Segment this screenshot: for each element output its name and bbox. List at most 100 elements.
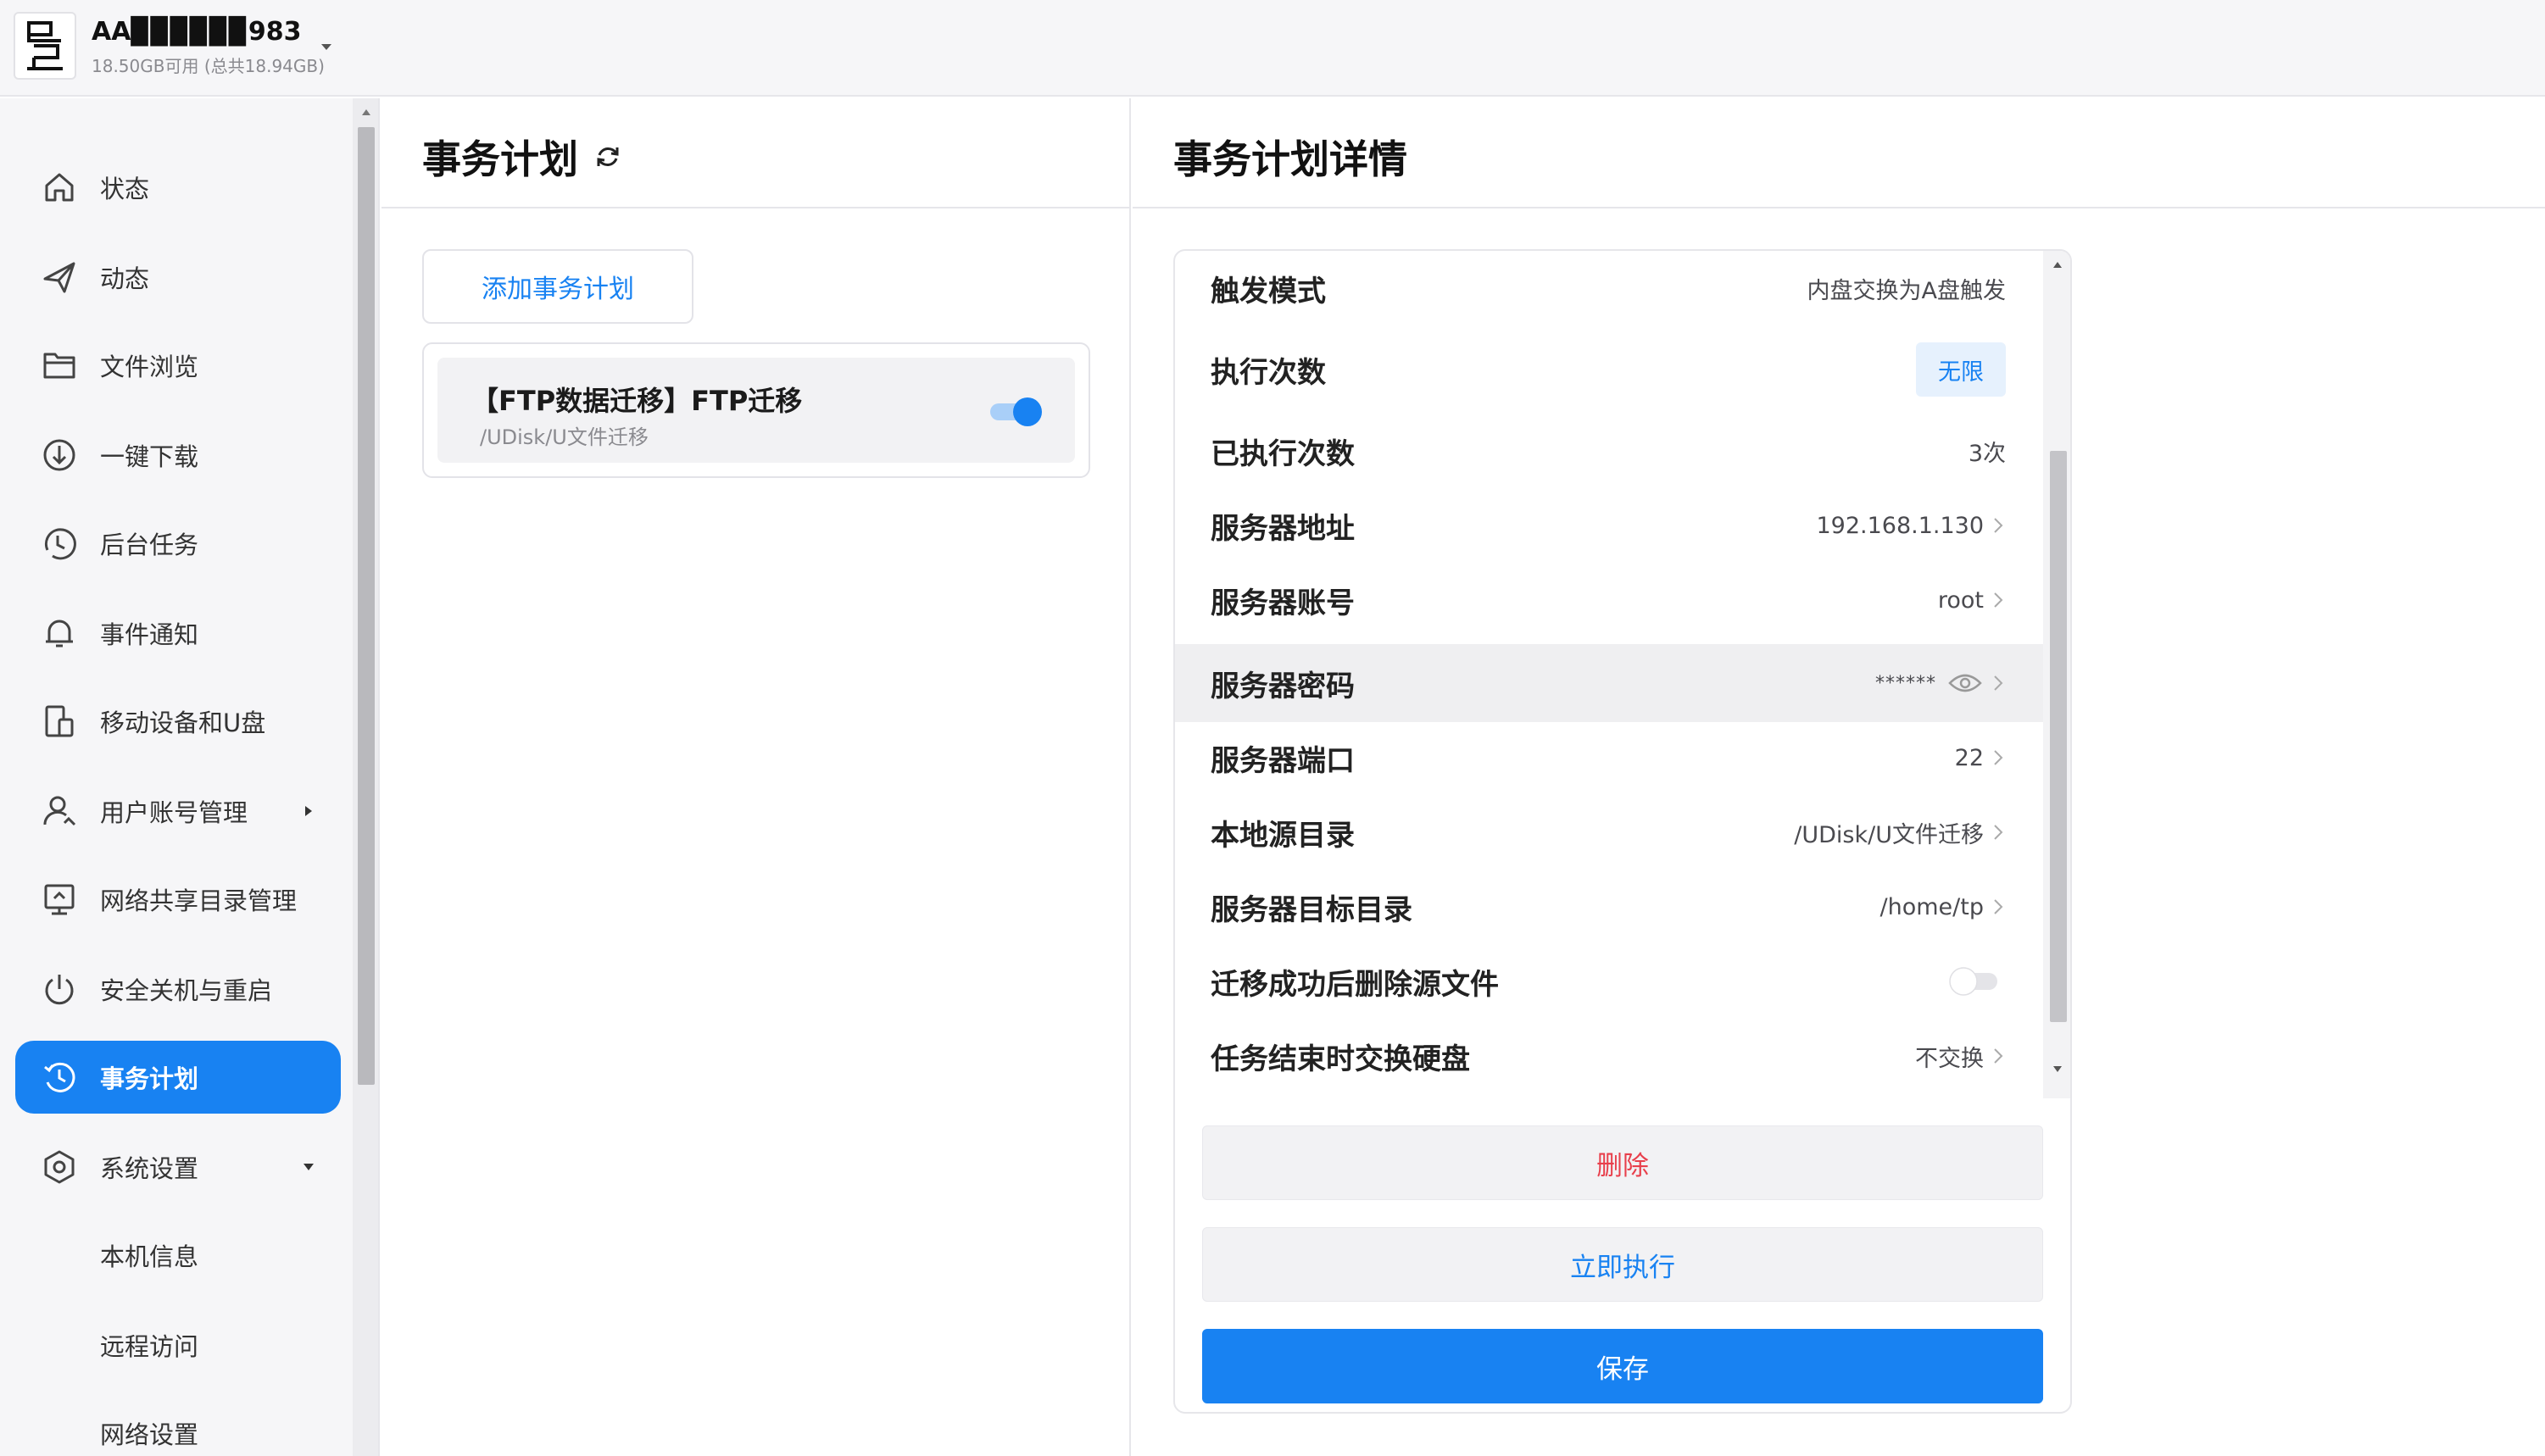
execution-count-badge[interactable]: 无限 [1916, 342, 2006, 397]
detail-title: 事务计划详情 [1173, 136, 1407, 182]
detail-card: 触发模式 内盘交换为A盘触发 执行次数 无限 已执行次数 3次 服务器地址 19… [1173, 249, 2072, 1414]
panel-header: 事务计划详情 [1133, 98, 2545, 208]
row-server-target-dir[interactable]: 服务器目标目录 /home/tp [1175, 870, 2043, 944]
scroll-up-icon[interactable] [360, 107, 372, 119]
sidebar-item-files[interactable]: 文件浏览 [15, 329, 341, 402]
row-value: root [1937, 586, 1984, 614]
row-label: 服务器端口 [1211, 743, 1355, 778]
sidebar-item-label: 远程访问 [100, 1332, 199, 1361]
sidebar-item-system-settings[interactable]: 系统设置 [15, 1131, 341, 1203]
sidebar-item-label: 事务计划 [100, 1064, 199, 1093]
page-title: 事务计划 [422, 136, 578, 182]
device-name[interactable]: AA▉▉▉▉▉▉983 [92, 17, 302, 47]
sidebar-item-network-share[interactable]: 网络共享目录管理 [15, 863, 341, 936]
bell-icon [46, 620, 73, 647]
row-server-address[interactable]: 服务器地址 192.168.1.130 [1175, 488, 2043, 563]
row-label: 执行次数 [1211, 355, 1326, 390]
save-button[interactable]: 保存 [1202, 1329, 2043, 1403]
row-label: 服务器密码 [1211, 669, 1355, 703]
sidebar-item-download[interactable]: 一键下载 [15, 419, 341, 492]
row-server-account[interactable]: 服务器账号 root [1175, 563, 2043, 637]
row-label: 迁移成功后删除源文件 [1211, 967, 1499, 1002]
sidebar-item-label: 系统设置 [100, 1154, 199, 1183]
device-logo [14, 12, 76, 80]
download-icon [43, 439, 75, 471]
row-value: 不交换 [1915, 1045, 1984, 1072]
task-title: 【FTP数据迁移】FTP迁移 [471, 385, 803, 417]
caret-down-icon[interactable] [317, 37, 336, 56]
row-value: 22 [1954, 744, 1984, 771]
sidebar-item-devices[interactable]: 移动设备和U盘 [15, 685, 341, 758]
row-execution-count[interactable]: 执行次数 无限 [1175, 332, 2043, 407]
sidebar-item-label: 一键下载 [100, 442, 199, 471]
sidebar-item-device-info[interactable]: 本机信息 [15, 1219, 341, 1292]
row-value: 192.168.1.130 [1816, 512, 1984, 539]
power-icon [45, 975, 74, 1005]
sidebar-item-label: 网络设置 [100, 1420, 199, 1449]
sidebar-item-network-settings[interactable]: 网络设置 [15, 1397, 341, 1456]
row-trigger-mode[interactable]: 触发模式 内盘交换为A盘触发 [1175, 251, 2043, 325]
panel-header: 事务计划 [381, 98, 1129, 208]
clock-icon [44, 528, 76, 560]
sidebar-item-task-plan[interactable]: 事务计划 [15, 1041, 341, 1114]
scroll-down-icon[interactable] [2052, 1063, 2063, 1075]
row-local-source-dir[interactable]: 本地源目录 /UDisk/U文件迁移 [1175, 795, 2043, 870]
refresh-icon[interactable] [593, 142, 622, 171]
device-storage: 18.50GB可用 (总共18.94GB) [92, 56, 325, 76]
row-label: 本地源目录 [1211, 818, 1355, 853]
sidebar-item-label: 安全关机与重启 [100, 976, 273, 1005]
delete-button[interactable]: 删除 [1202, 1125, 2043, 1200]
row-value: /UDisk/U文件迁移 [1794, 821, 1984, 848]
task-path: /UDisk/U文件迁移 [480, 425, 649, 449]
row-value: 3次 [1968, 440, 2006, 467]
sidebar-item-activity[interactable]: 动态 [15, 241, 341, 314]
row-label: 服务器目标目录 [1211, 892, 1412, 927]
task-list: 【FTP数据迁移】FTP迁移 /UDisk/U文件迁移 [422, 342, 1090, 478]
detail-scrollbar[interactable] [2043, 251, 2070, 1098]
row-server-password[interactable]: 服务器密码 ****** [1175, 644, 2043, 722]
chevron-right-icon [1994, 825, 2003, 840]
settings-icon [44, 1150, 75, 1184]
row-server-port[interactable]: 服务器端口 22 [1175, 720, 2043, 795]
share-icon [44, 884, 75, 915]
row-executed-count: 已执行次数 3次 [1175, 414, 2043, 488]
add-task-plan-button[interactable]: 添加事务计划 [422, 249, 693, 324]
devices-icon [45, 705, 74, 737]
chevron-right-icon [1994, 592, 2003, 608]
sidebar-item-shutdown[interactable]: 安全关机与重启 [15, 953, 341, 1025]
sidebar-item-label: 用户账号管理 [100, 798, 248, 827]
home-icon [45, 173, 74, 202]
row-swap-disk-on-finish[interactable]: 任务结束时交换硬盘 不交换 [1175, 1019, 2043, 1093]
row-value: 内盘交换为A盘触发 [1807, 277, 2006, 304]
chevron-right-icon [1994, 750, 2003, 765]
task-plan-detail-panel: 事务计划详情 触发模式 内盘交换为A盘触发 执行次数 无限 已执行次数 3次 服… [1133, 98, 2545, 1456]
sidebar-scrollbar[interactable] [353, 98, 378, 1456]
sidebar-item-background-tasks[interactable]: 后台任务 [15, 507, 341, 580]
task-enable-toggle[interactable] [988, 395, 1044, 429]
top-bar: AA▉▉▉▉▉▉983 18.50GB可用 (总共18.94GB) [0, 0, 2545, 97]
send-icon [43, 262, 75, 293]
delete-source-toggle[interactable] [1946, 964, 2001, 998]
history-icon [44, 1062, 75, 1092]
scrollbar-thumb[interactable] [2050, 451, 2067, 1022]
chevron-right-icon [1994, 518, 2003, 533]
row-label: 服务器地址 [1211, 511, 1355, 546]
eye-icon[interactable] [1948, 671, 1982, 695]
sidebar-item-status[interactable]: 状态 [15, 151, 341, 224]
sidebar-item-remote-access[interactable]: 远程访问 [15, 1309, 341, 1381]
folder-icon [43, 353, 75, 379]
scroll-up-icon[interactable] [2052, 259, 2063, 271]
nas-logo-icon [27, 21, 63, 70]
sidebar-item-label: 事件通知 [100, 620, 199, 649]
scrollbar-thumb[interactable] [358, 127, 375, 1085]
chevron-right-icon [1994, 675, 2003, 691]
row-label: 已执行次数 [1211, 436, 1355, 471]
run-now-button[interactable]: 立即执行 [1202, 1227, 2043, 1302]
row-label: 触发模式 [1211, 274, 1326, 308]
sidebar-item-notifications[interactable]: 事件通知 [15, 597, 341, 670]
sidebar-item-label: 移动设备和U盘 [100, 709, 266, 737]
task-card[interactable]: 【FTP数据迁移】FTP迁移 /UDisk/U文件迁移 [437, 358, 1075, 463]
sidebar-item-label: 网络共享目录管理 [100, 886, 298, 915]
row-delete-source-after-migration[interactable]: 迁移成功后删除源文件 [1175, 944, 2043, 1019]
sidebar-item-users[interactable]: 用户账号管理 [15, 775, 341, 847]
